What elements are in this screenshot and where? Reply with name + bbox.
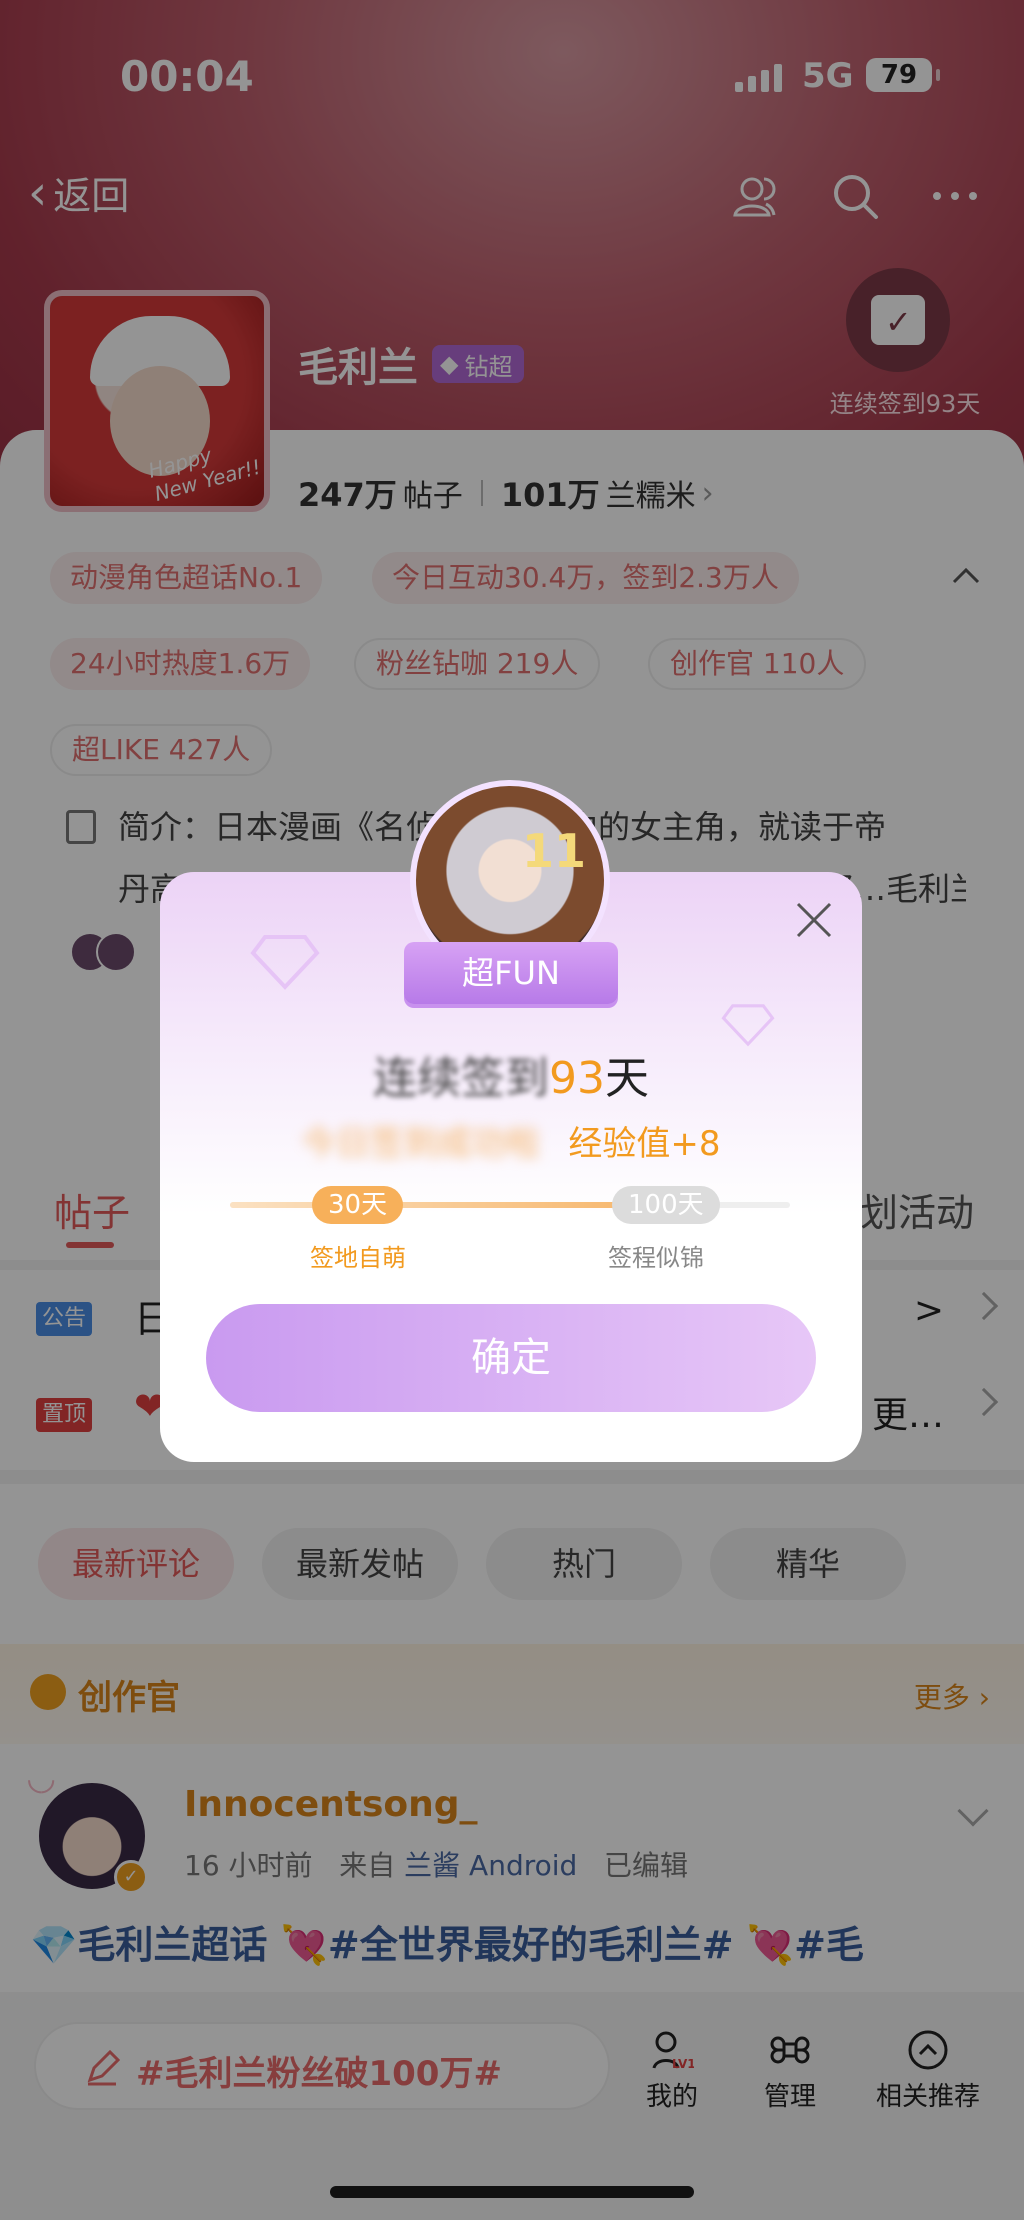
- title-blurred: 连续签到: [373, 1053, 549, 1104]
- milestone-30-label: 签地自萌: [310, 1244, 406, 1272]
- close-icon[interactable]: [792, 898, 836, 942]
- streak-progress-fill: [230, 1202, 678, 1208]
- checkin-modal: 11 超FUN 连续签到93天 今日签到成功啦 经验值+8 30天 100天 签…: [160, 780, 862, 1462]
- subtitle-blurred: 今日签到成功啦: [301, 1124, 540, 1164]
- title-days: 93: [549, 1053, 605, 1104]
- home-indicator: [330, 2186, 694, 2198]
- milestone-100-label: 签程似锦: [608, 1244, 704, 1272]
- milestone-100: 100天: [612, 1186, 720, 1224]
- confirm-button[interactable]: 确定: [206, 1304, 816, 1412]
- modal-subtitle: 今日签到成功啦 经验值+8: [160, 1116, 862, 1165]
- milestone-30: 30天: [312, 1186, 404, 1224]
- exp-gain: 经验值+8: [568, 1124, 721, 1164]
- avatar-number: 11: [521, 824, 586, 878]
- reward-ribbon: 超FUN: [384, 942, 638, 1004]
- title-unit: 天: [605, 1053, 649, 1104]
- diamond-decoration-icon: [250, 935, 320, 990]
- modal-title: 连续签到93天: [160, 1042, 862, 1106]
